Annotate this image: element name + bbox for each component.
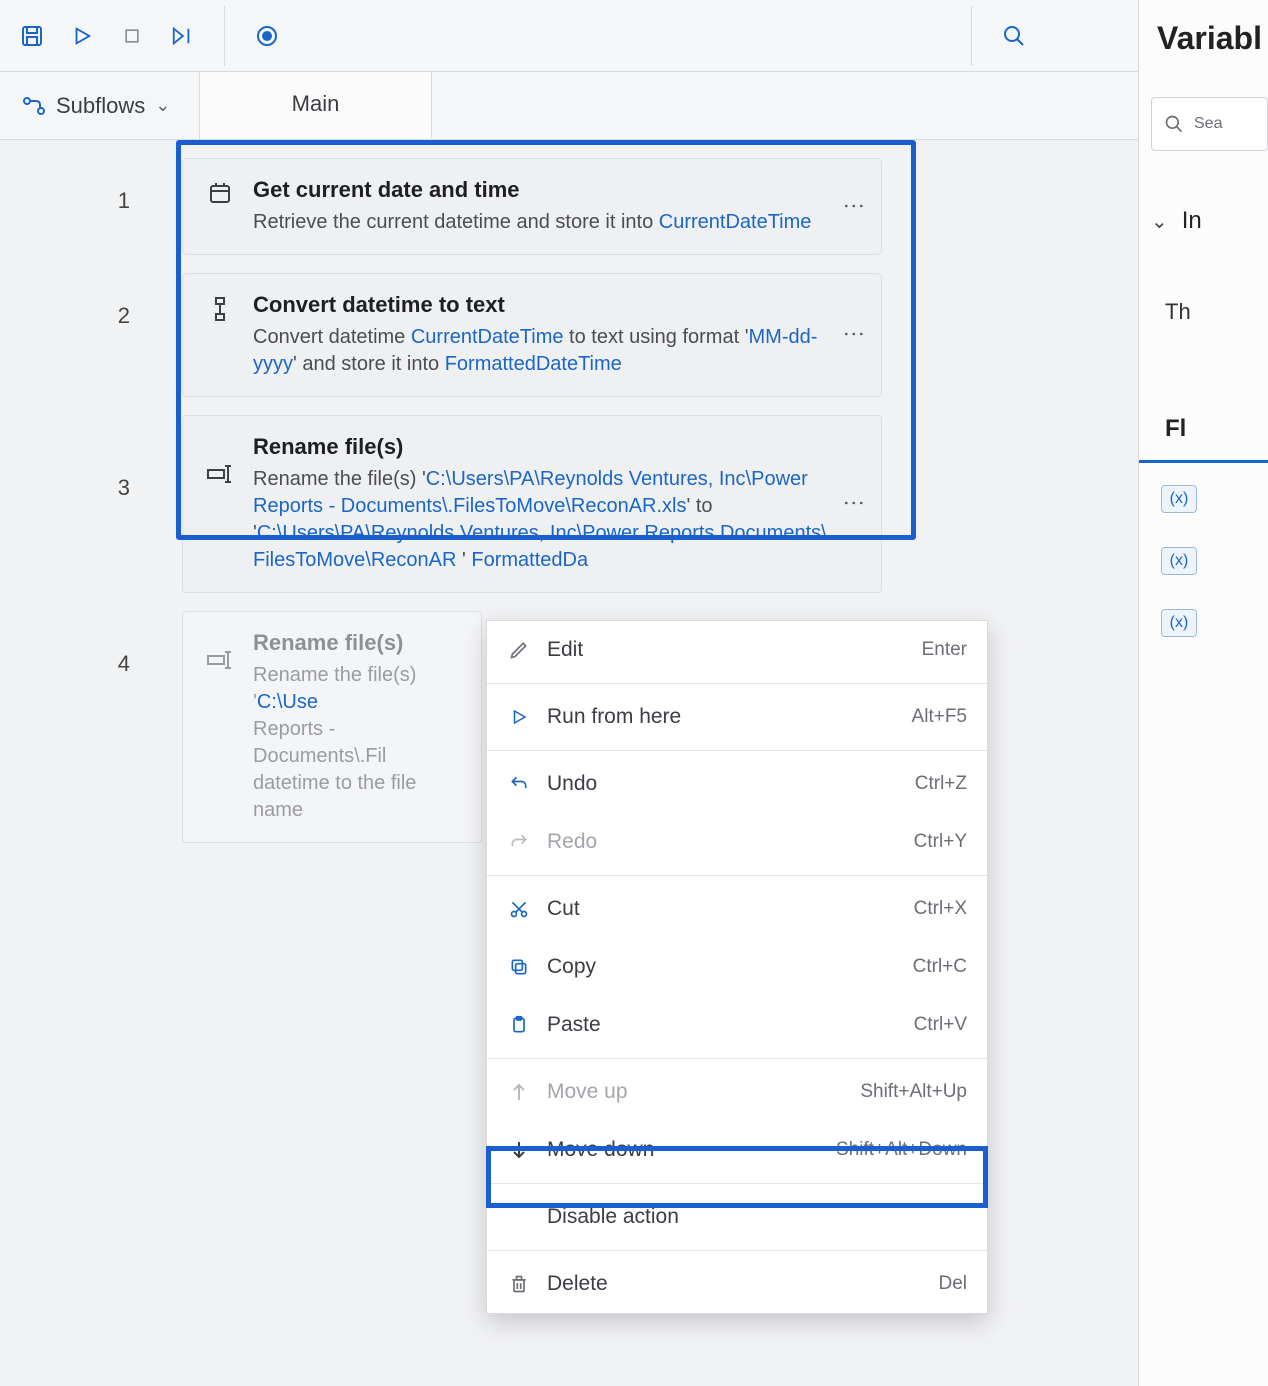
toolbar [0,0,1268,72]
chevron-down-icon: ⌄ [155,95,170,116]
variables-title: Variabl [1139,20,1268,57]
copy-icon [507,957,531,977]
flow-step: 3 Rename file(s) Rename the file(s) 'C:\… [0,397,1138,593]
step-number: 4 [20,593,160,677]
flow-step: 2 Convert datetime to text Convert datet… [0,255,1138,397]
search-button[interactable] [1000,22,1028,50]
tab-fl[interactable]: Fl [1139,415,1268,463]
undo-icon [507,774,531,794]
arrow-down-icon [507,1140,531,1160]
action-card[interactable]: Rename file(s) Rename the file(s) 'C:\Us… [182,611,482,843]
menu-copy[interactable]: Copy Ctrl+C [487,938,987,996]
menu-separator [487,1183,987,1184]
action-title: Rename file(s) [253,434,859,460]
more-button[interactable]: ⋮ [841,195,867,219]
play-icon [507,708,531,726]
action-card[interactable]: Convert datetime to text Convert datetim… [182,273,882,397]
menu-paste[interactable]: Paste Ctrl+V [487,996,987,1054]
calendar-icon [205,177,235,236]
step-number: 2 [20,255,160,329]
action-title: Get current date and time [253,177,859,203]
menu-separator [487,750,987,751]
variable-chip[interactable]: (x) [1161,547,1197,575]
convert-icon [205,292,235,378]
rename-icon [205,630,235,824]
trash-icon [507,1274,531,1294]
flow-canvas: 1 Get current date and time Retrieve the… [0,140,1138,1386]
variable-chip[interactable]: (x) [1161,485,1197,513]
action-desc: Retrieve the current datetime and store … [253,209,859,236]
menu-disable-action[interactable]: Disable action [487,1188,987,1246]
more-button[interactable]: ⋮ [841,492,867,516]
menu-separator [487,683,987,684]
save-button[interactable] [18,22,46,50]
subflows-label: Subflows [56,93,145,119]
menu-delete[interactable]: Delete Del [487,1255,987,1313]
record-button[interactable] [253,22,281,50]
action-desc: Rename the file(s) 'C:\Use Reports - Doc… [253,662,459,824]
redo-icon [507,832,531,852]
cut-icon [507,899,531,919]
menu-redo: Redo Ctrl+Y [487,813,987,871]
search-placeholder: Sea [1194,115,1222,133]
action-title: Convert datetime to text [253,292,859,318]
subbar: Subflows ⌄ Main [0,72,1268,140]
action-desc: Convert datetime CurrentDateTime to text… [253,324,859,378]
rename-icon [205,434,235,574]
step-button[interactable] [168,22,196,50]
chevron-down-icon: ⌄ [1151,209,1168,234]
menu-undo[interactable]: Undo Ctrl+Z [487,755,987,813]
toolbar-divider-2 [971,6,972,66]
variables-pane: Variabl Sea ⌄ In Th Fl (x) (x) (x) [1138,0,1268,1386]
subflows-dropdown[interactable]: Subflows ⌄ [0,72,200,139]
stop-button[interactable] [118,22,146,50]
menu-separator [487,875,987,876]
pencil-icon [507,640,531,660]
more-button[interactable]: ⋮ [841,323,867,347]
text-th: Th [1139,299,1268,325]
context-menu: Edit Enter Run from here Alt+F5 Undo Ctr… [486,620,988,1314]
step-number: 1 [20,140,160,214]
variable-chip[interactable]: (x) [1161,609,1197,637]
toolbar-divider [224,6,225,66]
tab-main[interactable]: Main [200,72,432,139]
flow-step: 1 Get current date and time Retrieve the… [0,140,1138,255]
menu-move-down[interactable]: Move down Shift+Alt+Down [487,1121,987,1179]
action-card[interactable]: Get current date and time Retrieve the c… [182,158,882,255]
action-card[interactable]: Rename file(s) Rename the file(s) 'C:\Us… [182,415,882,593]
menu-cut[interactable]: Cut Ctrl+X [487,880,987,938]
menu-run-from-here[interactable]: Run from here Alt+F5 [487,688,987,746]
action-title: Rename file(s) [253,630,459,656]
run-button[interactable] [68,22,96,50]
menu-move-up: Move up Shift+Alt+Up [487,1063,987,1121]
action-desc: Rename the file(s) 'C:\Users\PA\Reynolds… [253,466,859,574]
paste-icon [507,1015,531,1035]
arrow-up-icon [507,1082,531,1102]
step-number: 3 [20,397,160,501]
menu-separator [487,1058,987,1059]
section-in[interactable]: ⌄ In [1139,207,1268,235]
menu-separator [487,1250,987,1251]
menu-edit[interactable]: Edit Enter [487,621,987,679]
variables-search[interactable]: Sea [1151,97,1268,151]
